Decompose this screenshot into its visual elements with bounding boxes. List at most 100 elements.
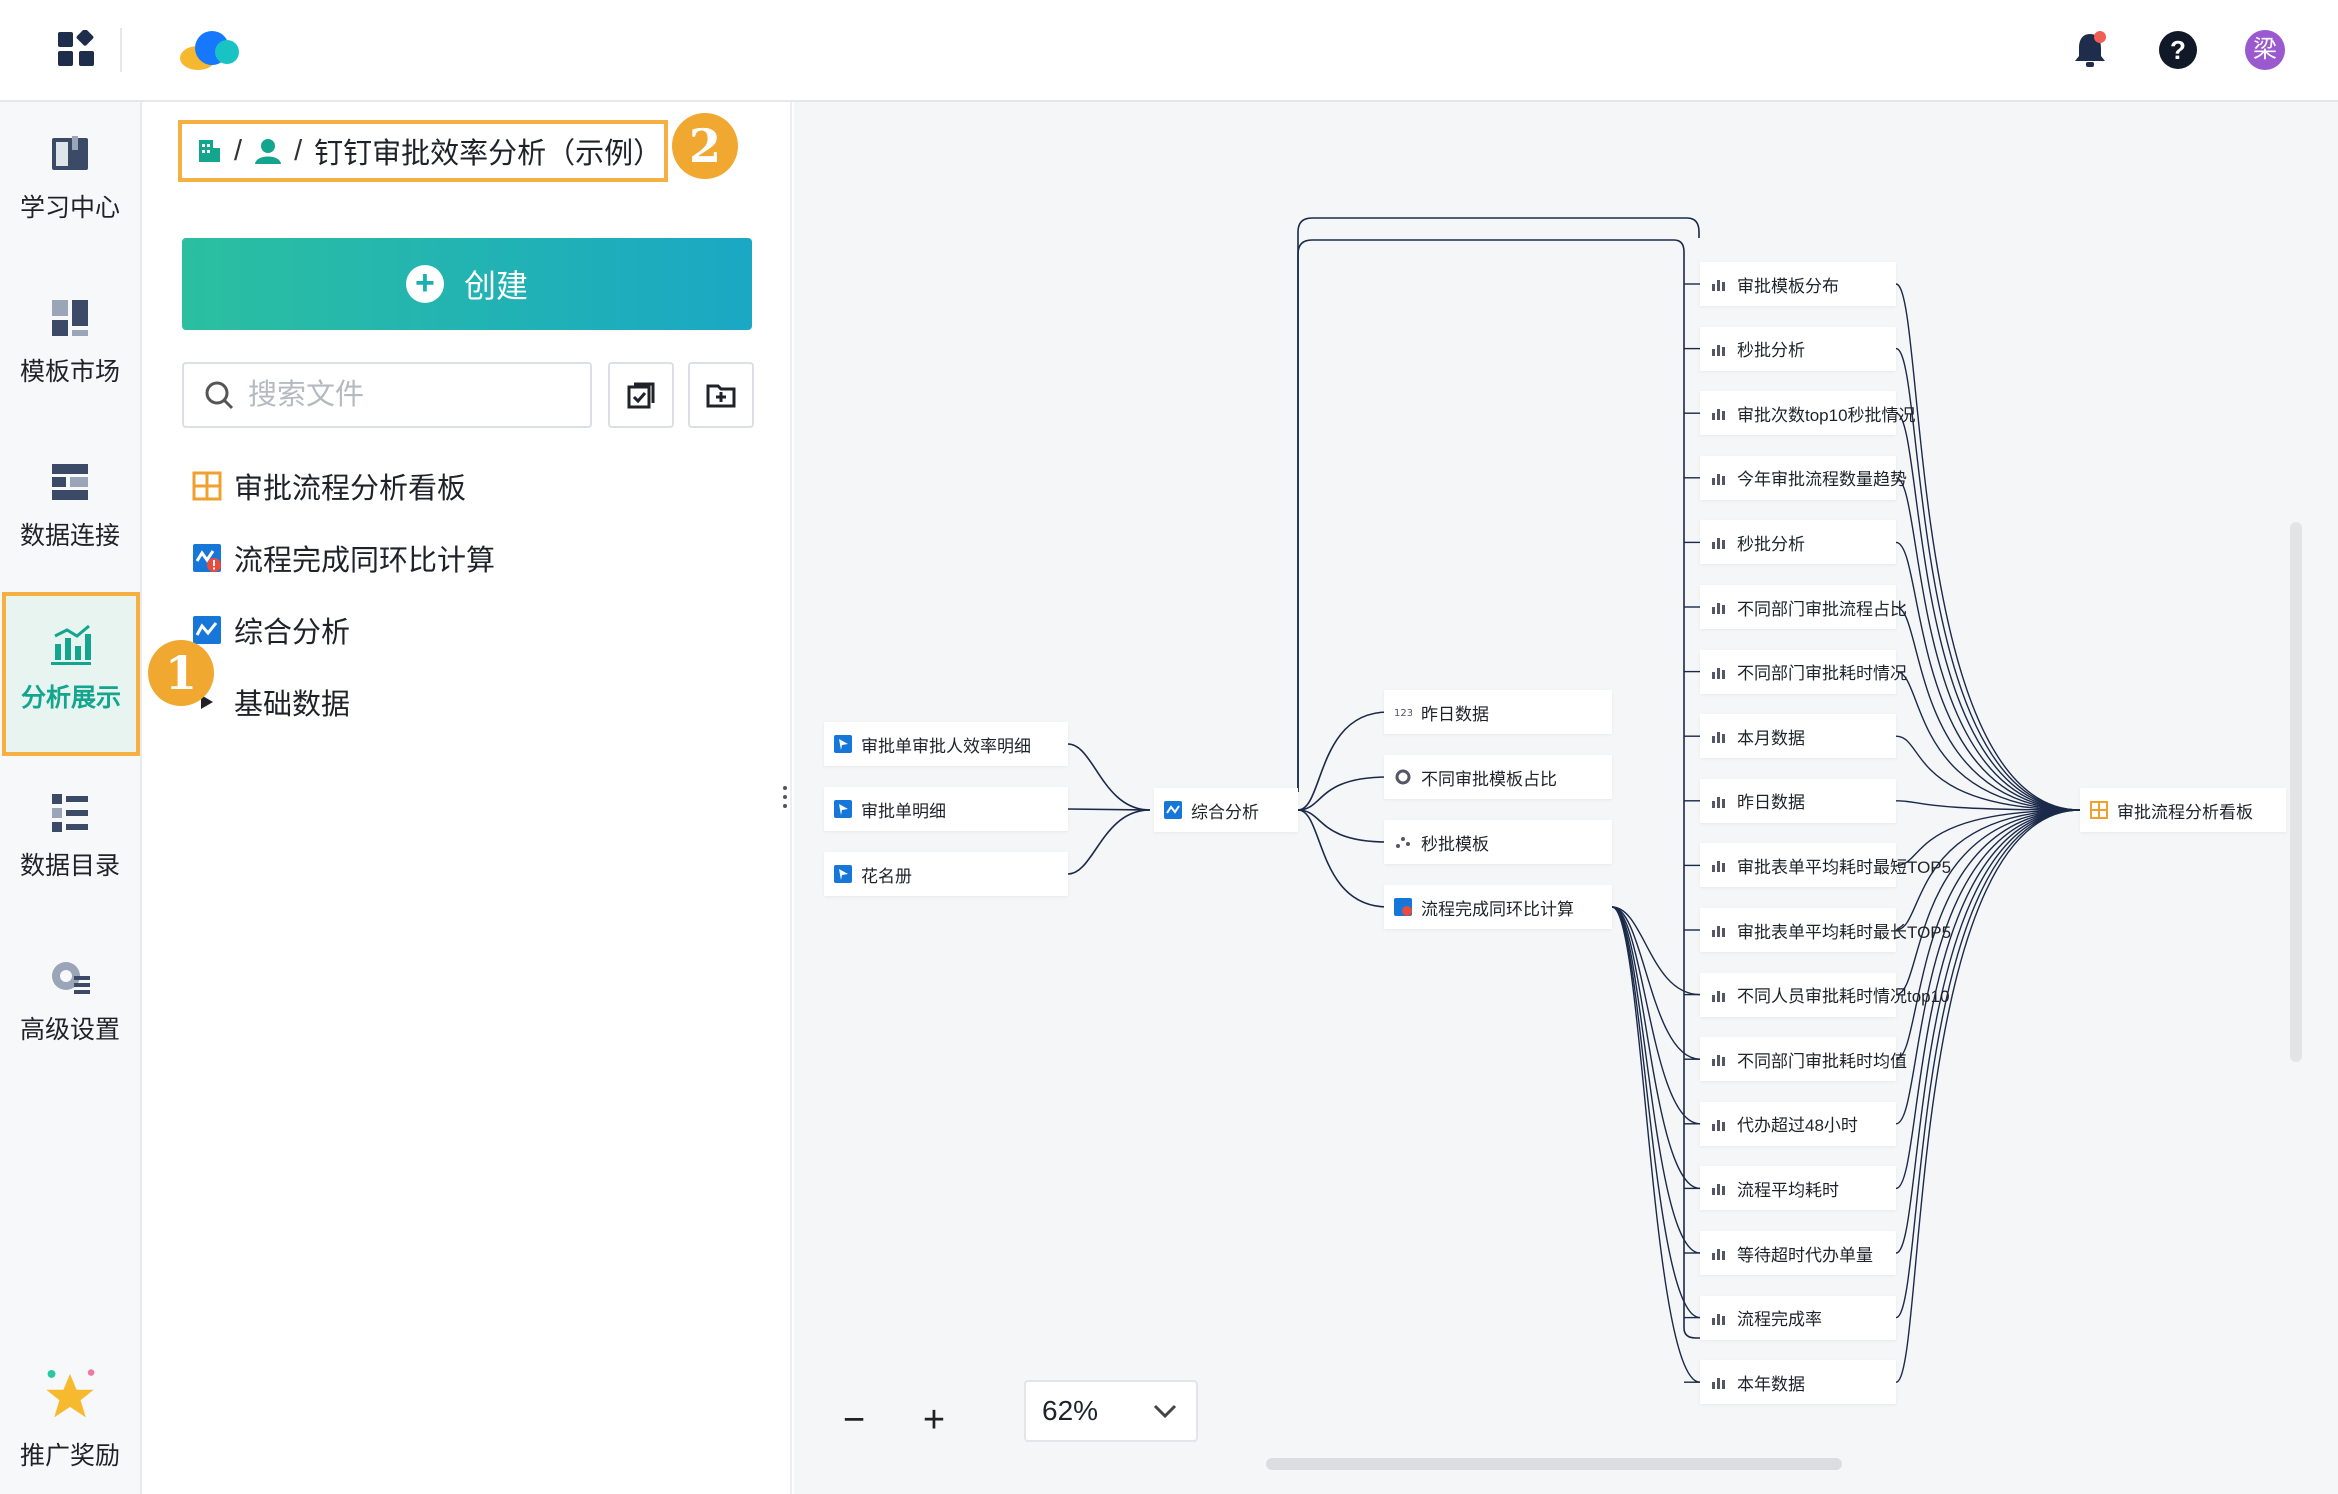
lineage-node-chart[interactable]: 审批表单平均耗时最短TOP5 [1700, 843, 1951, 888]
lineage-node-label: 流程平均耗时 [1737, 1180, 1839, 1200]
lineage-node-source[interactable]: 审批单明细 [824, 787, 1068, 831]
lineage-node-chart[interactable]: 今年审批流程数量趋势 [1700, 455, 1907, 500]
sidebar-item-data-catalog[interactable]: 数据目录 [0, 768, 140, 892]
chart-link-calc [1611, 906, 1701, 1319]
lineage-node-chart[interactable]: 流程平均耗时 [1700, 1166, 1896, 1211]
catalog-icon [52, 794, 88, 832]
apps-grid-icon[interactable] [58, 30, 96, 68]
dashboard-icon [192, 471, 222, 501]
lineage-node-chart[interactable]: 昨日数据 [1700, 778, 1896, 823]
lineage-node-chart[interactable]: 流程完成率 [1700, 1295, 1896, 1340]
annotation-badge-1: 1 [148, 640, 214, 706]
vertical-scrollbar[interactable] [2290, 522, 2302, 1062]
lineage-node-source[interactable]: 审批单审批人效率明细 [824, 722, 1068, 766]
lineage-node-chart[interactable]: 不同人员审批耗时情况top10 [1700, 972, 1950, 1017]
sidebar-item-promo[interactable]: 推广奖励 [0, 1350, 140, 1474]
analysis-icon [1164, 801, 1182, 819]
lineage-node-chart[interactable]: 本月数据 [1700, 714, 1896, 759]
search-input[interactable] [248, 378, 578, 412]
lineage-node-label: 秒批分析 [1737, 341, 1805, 361]
lineage-node-label: 流程完成率 [1737, 1310, 1822, 1330]
lineage-node-label: 不同部门审批耗时情况 [1737, 664, 1907, 684]
chart-type-icon [1712, 1249, 1725, 1260]
lineage-node-label: 审批次数top10秒批情况 [1737, 405, 1916, 425]
lineage-node-chart[interactable]: 审批表单平均耗时最长TOP5 [1700, 908, 1951, 952]
sidebar-item-analysis[interactable]: 分析展示 [2, 592, 140, 756]
avatar[interactable]: 梁 [2245, 30, 2285, 70]
lineage-node-label: 审批表单平均耗时最短TOP5 [1737, 857, 1952, 877]
cloud-logo-icon[interactable] [178, 28, 244, 72]
sidebar: 学习中心 模板市场 数据连接 分析展示 数据目录 高级设置 推广奖励 [0, 102, 142, 1494]
tree-item-folder-basic-data[interactable]: 基础数据 [192, 677, 350, 727]
tree-item-dashboard[interactable]: 审批流程分析看板 [192, 461, 466, 511]
lineage-node-label: 不同人员审批耗时情况top10 [1737, 987, 1950, 1007]
zoom-controls: − + 62% [834, 1380, 1198, 1442]
sidebar-item-learning-center[interactable]: 学习中心 [0, 110, 140, 234]
lineage-canvas[interactable]: 审批单审批人效率明细 审批单明细 花名册 综合分析 123 昨日数据 不同审批模… [794, 102, 2338, 1494]
tree-item-label: 审批流程分析看板 [234, 473, 467, 505]
tree-item-label: 综合分析 [234, 617, 351, 649]
help-icon[interactable]: ? [2158, 30, 2198, 70]
lineage-node-chart[interactable]: 不同部门审批流程占比 [1700, 585, 1907, 629]
chart-link-calc [1611, 906, 1701, 1254]
search-icon [205, 381, 234, 410]
chart-type-icon [1712, 796, 1725, 808]
user-icon[interactable] [254, 138, 282, 164]
database-link-icon [52, 464, 88, 500]
tree-item-calc-dataset[interactable]: 流程完成同环比计算 [192, 533, 495, 583]
create-button-label: 创建 [463, 268, 528, 304]
lineage-node-middle[interactable]: 123 昨日数据 [1384, 690, 1612, 734]
tree-item-label: 流程完成同环比计算 [234, 545, 496, 577]
lineage-node-label: 本年数据 [1737, 1374, 1805, 1394]
zoom-in-button[interactable]: + [914, 1400, 954, 1440]
lineage-node-middle[interactable]: 不同审批模板占比 [1384, 755, 1612, 799]
lineage-node-chart[interactable]: 本年数据 [1700, 1360, 1896, 1405]
lineage-node-chart[interactable]: 不同部门审批耗时均值 [1700, 1037, 1907, 1082]
batch-select-button[interactable] [608, 362, 674, 428]
lineage-node-label: 今年审批流程数量趋势 [1737, 470, 1907, 490]
lineage-node-chart[interactable]: 审批模板分布 [1700, 262, 1896, 306]
lineage-node-chart[interactable]: 代办超过48小时 [1700, 1101, 1896, 1146]
lineage-node-middle[interactable]: 秒批模板 [1384, 820, 1612, 864]
sidebar-item-template-market[interactable]: 模板市场 [0, 274, 140, 398]
zoom-select[interactable]: 62% [1024, 1380, 1198, 1442]
lineage-node-chart[interactable]: 不同部门审批耗时情况 [1700, 649, 1907, 694]
scatter-icon [1396, 837, 1410, 848]
lineage-node-hub[interactable]: 综合分析 [1154, 788, 1298, 832]
bell-icon[interactable] [2072, 30, 2108, 70]
chart-type-icon [1712, 1378, 1725, 1390]
horizontal-scrollbar[interactable] [1266, 1458, 1842, 1470]
sidebar-item-data-connection[interactable]: 数据连接 [0, 438, 140, 562]
sidebar-item-label: 推广奖励 [19, 1442, 120, 1470]
lineage-node-chart[interactable]: 秒批分析 [1700, 520, 1896, 565]
analysis-icon [193, 616, 221, 644]
panel-resize-handle[interactable] [782, 786, 788, 812]
lineage-node-source[interactable]: 花名册 [824, 852, 1068, 896]
lineage-node-label: 昨日数据 [1737, 793, 1805, 813]
new-folder-button[interactable] [688, 362, 754, 428]
book-icon [52, 136, 88, 170]
lineage-node-chart[interactable]: 审批次数top10秒批情况 [1700, 391, 1916, 436]
chart-link-calc [1611, 906, 1701, 1383]
lineage-node-middle[interactable]: 流程完成同环比计算 [1384, 885, 1612, 929]
zoom-out-button[interactable]: − [834, 1400, 874, 1440]
svg-text:123: 123 [1394, 708, 1412, 719]
tree-item-analysis[interactable]: 综合分析 [192, 605, 350, 655]
lineage-node-chart[interactable]: 秒批分析 [1700, 326, 1896, 371]
dashboard-icon [2090, 801, 2108, 819]
lineage-node-chart[interactable]: 等待超时代办单量 [1700, 1231, 1896, 1275]
chart-link-out [1895, 477, 2081, 811]
chart-link-out [1895, 283, 2081, 811]
chart-type-icon [1712, 473, 1725, 485]
chart-type-icon [1712, 1055, 1725, 1067]
svg-text:?: ? [2170, 35, 2186, 65]
zoom-value: 62% [1042, 1395, 1099, 1426]
building-icon[interactable] [196, 138, 222, 164]
create-button[interactable]: + 创建 [182, 238, 752, 330]
sidebar-item-advanced-settings[interactable]: 高级设置 [0, 932, 140, 1056]
tree-item-label: 基础数据 [234, 689, 351, 721]
sidebar-item-label: 数据目录 [19, 852, 120, 880]
lineage-node-target[interactable]: 审批流程分析看板 [2080, 788, 2286, 832]
chart-type-icon [1712, 603, 1725, 614]
calc-dataset-icon [1394, 898, 1412, 916]
